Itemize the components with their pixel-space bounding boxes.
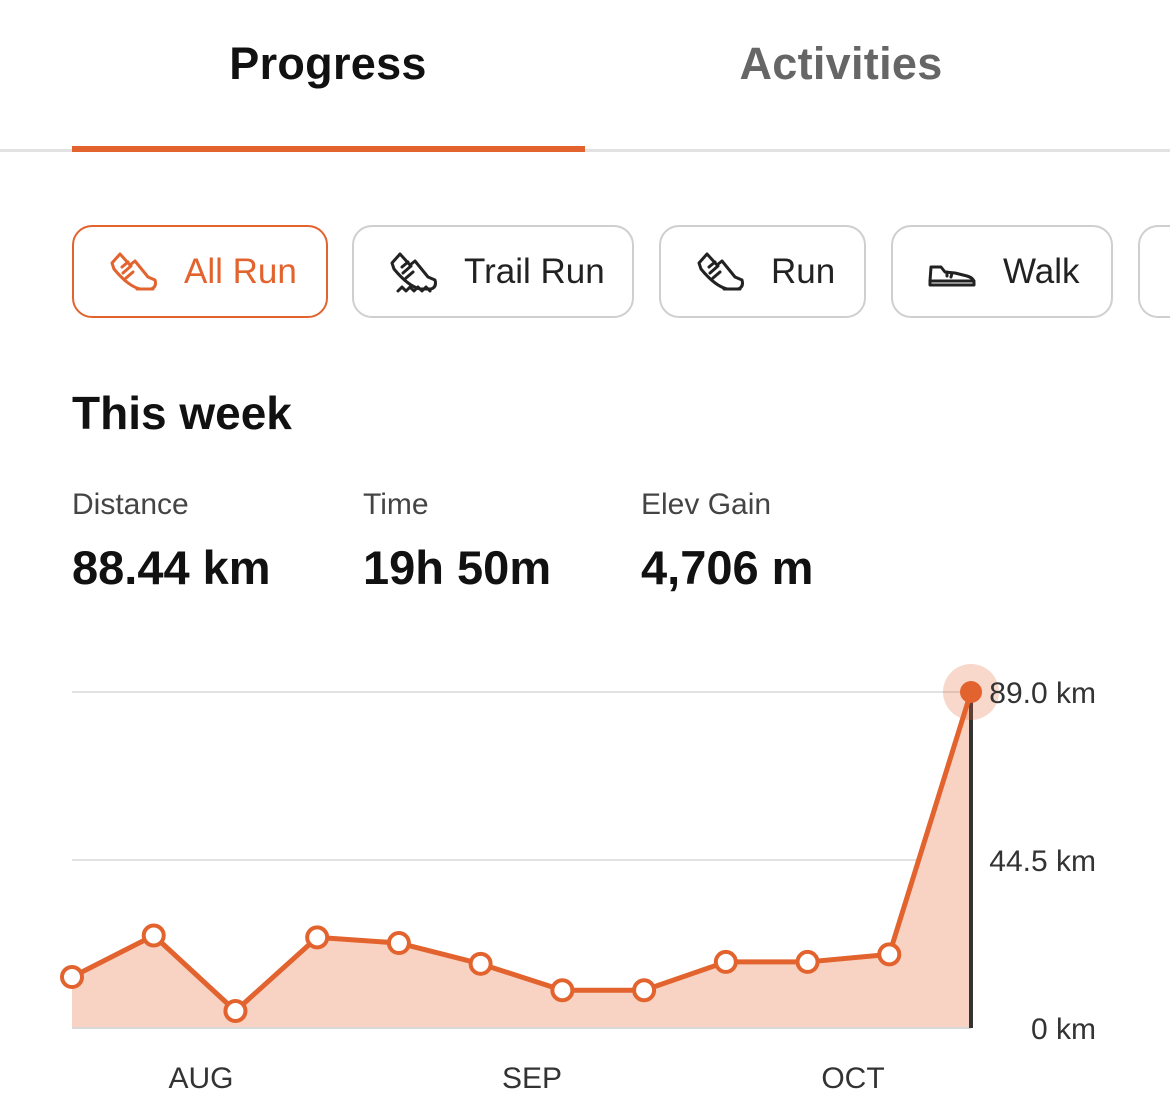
filter-chip-walk[interactable]: Walk [891,225,1113,318]
trail-shoe-icon [386,245,440,299]
chart-y-tick-label: 44.5 km [989,845,1096,878]
stat-distance: Distance 88.44 km [72,488,271,595]
weekly-distance-chart: 0 km 44.5 km 89.0 km AUG SEP OCT [0,640,1170,1113]
stat-value: 19h 50m [363,541,552,594]
chart-point [550,978,575,1003]
stat-elev-gain: Elev Gain 4,706 m [641,488,813,595]
stat-label: Elev Gain [641,488,772,521]
running-shoe-icon [693,245,747,299]
chart-point [386,931,411,956]
chart-y-tick-label: 0 km [1031,1013,1096,1046]
stat-value: 4,706 m [641,541,814,594]
filter-chip-label: All Run [184,251,297,291]
chart-point [60,965,84,990]
chart-point [141,923,166,948]
tab-progress[interactable]: Progress [72,38,584,98]
section-title: This week [72,387,292,439]
chart-point [632,978,657,1003]
running-shoe-icon [106,245,160,299]
chart-x-tick-label: OCT [821,1062,884,1095]
chart-point [877,942,902,967]
chart-point-highlight [960,681,982,703]
chart-y-tick-label: 89.0 km [989,677,1096,710]
chart-point [223,999,248,1024]
chart-x-tick-label: SEP [502,1062,562,1095]
chart-svg: 0 km 44.5 km 89.0 km AUG SEP OCT [60,664,1096,1095]
chart-point [305,925,330,950]
stat-label: Distance [72,488,189,521]
filter-chip-label: Trail Run [464,251,605,291]
filter-chip-trail-run[interactable]: Trail Run [352,225,634,318]
filter-chip-run[interactable]: Run [659,225,866,318]
stat-label: Time [363,488,429,521]
chart-point [795,949,820,974]
tab-activities[interactable]: Activities [585,38,1097,98]
filter-chip-more[interactable] [1138,225,1170,318]
activity-filter-bar: All Run Trail Run Run Walk [0,225,1170,322]
stat-time: Time 19h 50m [363,488,551,595]
active-tab-indicator [72,146,585,152]
chart-point [713,949,738,974]
stat-value: 88.44 km [72,541,271,594]
filter-chip-label: Walk [1003,251,1080,291]
chart-point [468,951,493,976]
filter-chip-all-run[interactable]: All Run [72,225,328,318]
chart-x-tick-label: AUG [168,1062,233,1095]
walking-shoe-icon [925,245,979,299]
tab-bar: Progress Activities [0,0,1170,152]
filter-chip-label: Run [771,251,836,291]
